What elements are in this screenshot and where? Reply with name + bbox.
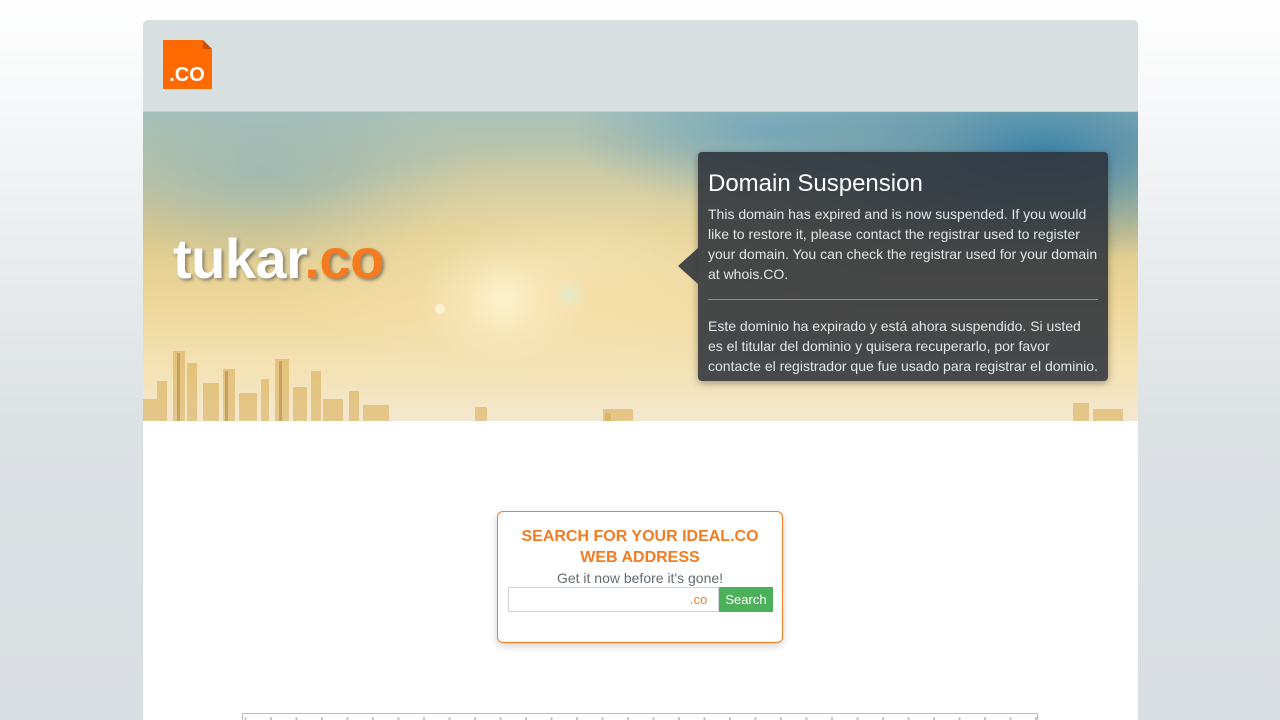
- domain-base: tukar: [173, 227, 305, 290]
- dot-co-logo-icon[interactable]: .CO: [163, 40, 212, 89]
- notice-text-english: This domain has expired and is now suspe…: [708, 206, 1098, 282]
- lens-flare: [553, 277, 587, 311]
- domain-search-input[interactable]: [508, 587, 719, 612]
- hero-banner: tukar.co Domain Suspension This domain h…: [143, 112, 1138, 421]
- logo-text: .CO: [169, 64, 205, 86]
- domain-search-box: SEARCH FOR YOUR IDEAL.CO WEB ADDRESS Get…: [497, 511, 783, 643]
- notice-divider: [708, 299, 1098, 300]
- search-title: SEARCH FOR YOUR IDEAL.CO WEB ADDRESS: [521, 528, 759, 566]
- suspension-notice: Domain Suspension This domain has expire…: [678, 152, 1108, 381]
- notice-title: Domain Suspension: [708, 170, 923, 197]
- lens-flare: [435, 304, 445, 314]
- header-bar: .CO: [143, 20, 1138, 112]
- search-tld-suffix: .co: [690, 592, 708, 607]
- notice-pointer: [678, 248, 698, 284]
- search-subtitle: Get it now before it's gone!: [556, 570, 724, 586]
- search-button[interactable]: Search: [719, 587, 773, 612]
- domain-tld: .co: [304, 227, 384, 290]
- notice-text-spanish: Este dominio ha expirado y está ahora su…: [708, 318, 1098, 374]
- page-container: .CO tukar.co Domain Suspension This doma…: [143, 20, 1138, 720]
- bottom-frame: [242, 713, 1038, 720]
- search-form: .co Search: [508, 587, 773, 612]
- domain-name-heading: tukar.co: [173, 226, 384, 291]
